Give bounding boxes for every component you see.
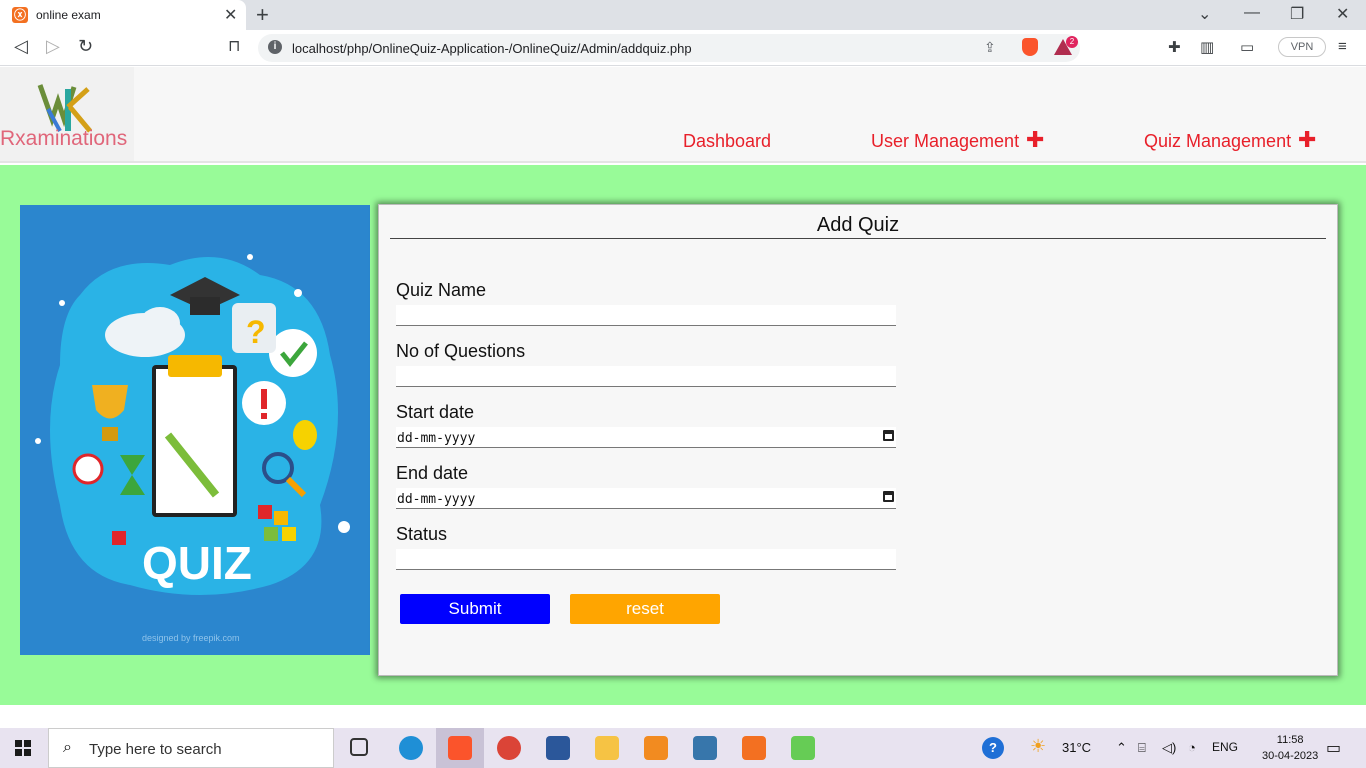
quiz-illustration: ? QUIZ designed by freepik.com [20,205,370,655]
main-content: ? QUIZ designed by freepik.com Add Quiz … [0,165,1366,705]
site-info-icon[interactable]: i [268,40,282,54]
sublime-text-icon[interactable] [644,736,668,760]
url-text: localhost/php/OnlineQuiz-Application-/On… [292,41,692,56]
calendar-icon[interactable] [883,491,894,502]
browser-tab-strip: ⓧ online exam ✕ + ⌄ — ❐ ✕ [0,0,1366,30]
edge-icon[interactable] [399,736,423,760]
title-divider [390,238,1326,239]
submit-button[interactable]: Submit [400,594,550,624]
close-window-icon[interactable]: ✕ [1336,4,1349,24]
end-date-value: dd-mm-yyyy [397,492,476,507]
clock-date: 30-04-2023 [1262,750,1319,762]
quiz-illustration-art: ? QUIZ designed by freepik.com [35,254,350,643]
status-label: Status [396,524,448,544]
vpn-button[interactable]: VPN [1278,37,1326,57]
show-hidden-icons[interactable]: ⌃ [1116,740,1127,756]
user-management-plus-icon[interactable]: ✚ [1026,127,1044,153]
windows-taskbar: ⌕ Type here to search ? ☀ 31°C ⌃ ⌸ ◁) ◔ … [0,728,1366,768]
start-date-value: dd-mm-yyyy [397,431,476,446]
reload-icon[interactable]: ↻ [78,36,93,57]
network-icon[interactable]: ⌸ [1138,740,1146,756]
nav-dashboard[interactable]: Dashboard [683,131,771,152]
wifi-icon[interactable]: ◔ [1188,740,1196,755]
questions-label: No of Questions [396,341,526,361]
weather-icon[interactable]: ☀ [1030,736,1046,757]
taskbar-search[interactable]: ⌕ Type here to search [48,728,334,768]
forward-icon[interactable]: ▷ [46,36,60,57]
reset-button[interactable]: reset [570,594,720,624]
no-of-questions-input[interactable] [396,366,896,387]
quiz-name-input[interactable] [396,305,896,326]
xampp-icon[interactable] [742,736,766,760]
site-logo[interactable]: Rxaminations [0,67,134,161]
svg-text:?: ? [246,314,266,350]
tab-title: online exam [36,8,101,22]
end-date-input[interactable]: dd-mm-yyyy [396,488,896,509]
quiz-caption: QUIZ [142,537,252,589]
quiz-management-plus-icon[interactable]: ✚ [1298,127,1316,153]
nav-user-management[interactable]: User Management [871,131,1019,152]
help-icon[interactable]: ? [982,737,1004,759]
add-quiz-card: Add Quiz Quiz Name No of Questions Start… [378,204,1338,676]
tab-search-chevron-icon[interactable]: ⌄ [1198,4,1211,24]
windows-start-icon[interactable] [15,740,31,756]
browser-tab[interactable]: ⓧ online exam ✕ [0,0,246,30]
clock-time: 11:58 [1276,734,1304,746]
new-tab-icon[interactable]: + [256,2,269,28]
system-clock[interactable]: 11:58 30-04-2023 [1262,732,1318,764]
language-indicator[interactable]: ENG [1212,740,1238,754]
word-icon[interactable] [546,736,570,760]
weather-temp[interactable]: 31°C [1062,740,1091,755]
status-input[interactable] [396,549,896,570]
brave-icon[interactable] [448,736,472,760]
menu-icon[interactable]: ≡ [1338,38,1347,55]
notifications-icon[interactable]: ▭ [1326,738,1341,758]
chrome-icon[interactable] [497,736,521,760]
wallet-icon[interactable]: ▭ [1240,38,1254,56]
start-date-input[interactable]: dd-mm-yyyy [396,427,896,448]
extensions-icon[interactable]: ✚ [1168,38,1181,56]
python-icon[interactable] [693,736,717,760]
share-icon[interactable]: ⇪ [984,39,996,56]
volume-icon[interactable]: ◁) [1162,740,1176,756]
site-header: Rxaminations Dashboard User Management ✚… [0,67,1366,163]
address-bar[interactable]: i localhost/php/OnlineQuiz-Application-/… [258,34,1080,62]
web-page: Rxaminations Dashboard User Management ✚… [0,67,1366,728]
bookmark-icon[interactable]: ⊓ [228,36,240,56]
close-tab-icon[interactable]: ✕ [224,5,237,25]
restore-icon[interactable]: ❐ [1290,4,1304,24]
browser-toolbar: ◁ ▷ ↻ ⊓ i localhost/php/OnlineQuiz-Appli… [0,30,1366,66]
card-title: Add Quiz [816,214,900,236]
calendar-icon[interactable] [883,430,894,441]
git-icon[interactable] [791,736,815,760]
file-explorer-icon[interactable] [595,736,619,760]
logo-text: Rxaminations [0,127,128,150]
task-view-icon[interactable] [350,738,368,756]
search-icon: ⌕ [63,739,72,756]
end-date-label: End date [396,463,469,483]
xampp-favicon-icon: ⓧ [12,7,28,23]
rewards-badge: 2 [1066,36,1078,48]
quiz-name-label: Quiz Name [396,280,487,300]
image-credit: designed by freepik.com [142,633,240,643]
start-date-label: Start date [396,402,475,422]
sidebar-icon[interactable]: ▥ [1200,38,1214,56]
brave-shields-icon[interactable] [1022,38,1038,56]
minimize-icon[interactable]: — [1244,4,1260,22]
nav-quiz-management[interactable]: Quiz Management [1144,131,1291,152]
back-icon[interactable]: ◁ [14,36,28,57]
search-placeholder: Type here to search [89,741,222,758]
